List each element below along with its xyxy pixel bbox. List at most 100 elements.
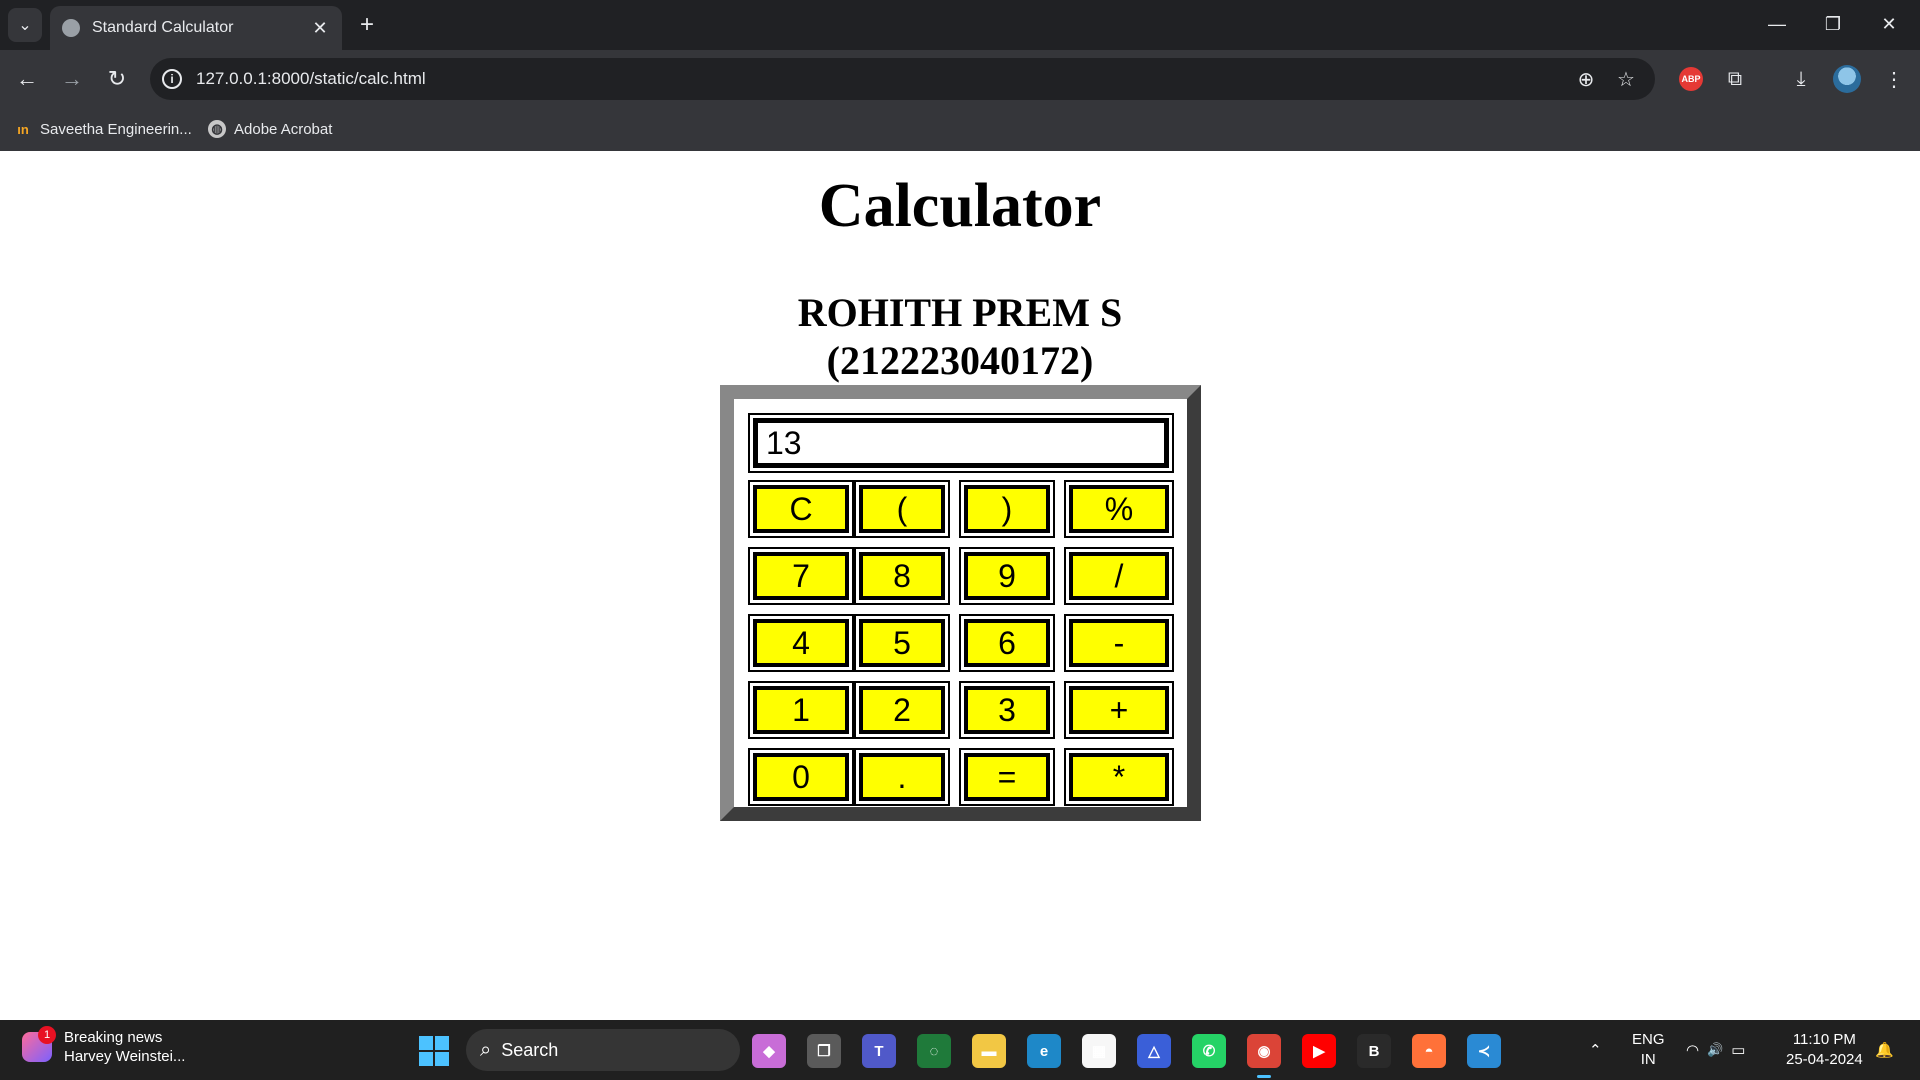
key-6-button[interactable]: 6: [964, 619, 1050, 667]
quick-settings[interactable]: ◠ 🔊 ▭: [1686, 1020, 1745, 1080]
tab-search-button[interactable]: ⌄: [8, 8, 42, 42]
cycle-app-icon[interactable]: ◌: [917, 1034, 951, 1068]
key-9-button[interactable]: 9: [964, 552, 1050, 600]
bookmark-label: Saveetha Engineerin...: [40, 120, 192, 138]
key-minus-button[interactable]: -: [1069, 619, 1169, 667]
key-3-button[interactable]: 3: [964, 686, 1050, 734]
key-close-paren-button[interactable]: ): [964, 485, 1050, 533]
windows-taskbar: 1 Breaking news Harvey Weinstei... ⌕ Sea…: [0, 1020, 1920, 1080]
key-cell: 5: [854, 614, 950, 672]
lang-bottom: IN: [1640, 1051, 1656, 1068]
bookmark-saveetha[interactable]: ın Saveetha Engineerin...: [14, 116, 192, 142]
downloads-icon[interactable]: ⤓: [1786, 64, 1816, 94]
page-title: Calculator: [818, 172, 1102, 240]
close-window-button[interactable]: ✕: [1861, 4, 1917, 44]
key-cell: .: [854, 748, 950, 806]
key-percent-button[interactable]: %: [1069, 485, 1169, 533]
browser-tab-bar: ⌄ Standard Calculator ✕ + — ❐ ✕: [0, 0, 1920, 50]
app-b-icon[interactable]: B: [1357, 1034, 1391, 1068]
bookmark-adobe-acrobat[interactable]: ◍ Adobe Acrobat: [208, 116, 332, 142]
wifi-icon: ◠: [1686, 1042, 1700, 1059]
key-cell: /: [1064, 547, 1174, 605]
key-clear-button[interactable]: C: [753, 485, 849, 533]
site-info-icon[interactable]: i: [162, 69, 182, 89]
key-0-button[interactable]: 0: [753, 753, 849, 801]
key-5-button[interactable]: 5: [859, 619, 945, 667]
clock[interactable]: 11:10 PM 25-04-2024: [1786, 1020, 1863, 1080]
vscode-icon[interactable]: ≺: [1467, 1034, 1501, 1068]
key-4-button[interactable]: 4: [753, 619, 849, 667]
student-info: ROHITH PREM S (212223040172): [0, 289, 1920, 385]
key-1-button[interactable]: 1: [753, 686, 849, 734]
key-decimal-button[interactable]: .: [859, 753, 945, 801]
close-icon[interactable]: ✕: [310, 18, 330, 38]
bookmarks-bar: ın Saveetha Engineerin... ◍ Adobe Acroba…: [0, 108, 1920, 151]
key-cell: %: [1064, 480, 1174, 538]
calculator-display[interactable]: 13: [753, 418, 1169, 468]
student-id: (212223040172): [826, 338, 1094, 383]
language-indicator[interactable]: ENG IN: [1632, 1020, 1665, 1080]
bell-icon: 🔔: [1875, 1042, 1894, 1059]
chevron-down-icon: ⌄: [18, 17, 32, 34]
key-cell: 7: [748, 547, 854, 605]
key-7-button[interactable]: 7: [753, 552, 849, 600]
key-cell: +: [1064, 681, 1174, 739]
key-cell: 0: [748, 748, 854, 806]
key-cell: 9: [959, 547, 1055, 605]
notifications-button[interactable]: 🔔: [1875, 1020, 1894, 1080]
news-subtitle: Harvey Weinstei...: [64, 1048, 186, 1065]
browser-toolbar: ← → ↻ i 127.0.0.1:8000/static/calc.html …: [0, 50, 1920, 108]
lang-top: ENG: [1632, 1031, 1665, 1048]
minimize-button[interactable]: —: [1749, 4, 1805, 44]
teams-icon[interactable]: T: [862, 1034, 896, 1068]
key-open-paren-button[interactable]: (: [859, 485, 945, 533]
youtube-icon[interactable]: ▶: [1302, 1034, 1336, 1068]
extensions-icon[interactable]: ⧉: [1720, 64, 1750, 94]
news-title: Breaking news: [64, 1029, 163, 1046]
saveetha-logo-icon: ın: [17, 121, 29, 137]
forward-button[interactable]: →: [57, 64, 87, 94]
key-cell: (: [854, 480, 950, 538]
store-icon[interactable]: ▦: [1082, 1034, 1116, 1068]
restore-button[interactable]: ❐: [1805, 4, 1861, 44]
address-bar[interactable]: i 127.0.0.1:8000/static/calc.html ⊕ ☆: [150, 58, 1655, 100]
arc-app-icon[interactable]: △: [1137, 1034, 1171, 1068]
chevron-up-icon: ⌃: [1589, 1042, 1602, 1059]
taskbar-search[interactable]: ⌕ Search: [466, 1029, 740, 1071]
back-button[interactable]: ←: [12, 64, 42, 94]
chrome-icon[interactable]: ◉: [1247, 1034, 1281, 1078]
task-view-icon[interactable]: ❐: [807, 1034, 841, 1068]
active-tab[interactable]: Standard Calculator ✕: [50, 6, 342, 50]
key-cell: 2: [854, 681, 950, 739]
key-2-button[interactable]: 2: [859, 686, 945, 734]
zoom-icon[interactable]: ⊕: [1573, 66, 1599, 92]
key-divide-button[interactable]: /: [1069, 552, 1169, 600]
whatsapp-icon[interactable]: ✆: [1192, 1034, 1226, 1068]
firefox-icon[interactable]: ◓: [1412, 1034, 1446, 1068]
key-plus-button[interactable]: +: [1069, 686, 1169, 734]
clock-date: 25-04-2024: [1786, 1051, 1863, 1068]
copilot-icon[interactable]: ◆: [752, 1034, 786, 1068]
abp-icon: ABP: [1679, 67, 1703, 91]
adblock-extension-button[interactable]: ABP: [1676, 64, 1706, 94]
profile-button[interactable]: [1832, 64, 1862, 94]
key-cell: -: [1064, 614, 1174, 672]
display-cell: 13: [748, 413, 1174, 473]
key-cell: 3: [959, 681, 1055, 739]
reload-button[interactable]: ↻: [102, 64, 132, 94]
key-cell: 4: [748, 614, 854, 672]
file-explorer-icon[interactable]: ▬: [972, 1034, 1006, 1068]
bookmark-star-icon[interactable]: ☆: [1613, 66, 1639, 92]
tab-title: Standard Calculator: [92, 19, 234, 36]
key-8-button[interactable]: 8: [859, 552, 945, 600]
news-widget[interactable]: 1 Breaking news Harvey Weinstei...: [22, 1026, 186, 1066]
start-button[interactable]: [419, 1036, 449, 1066]
key-multiply-button[interactable]: *: [1069, 753, 1169, 801]
key-equals-button[interactable]: =: [964, 753, 1050, 801]
url-text[interactable]: 127.0.0.1:8000/static/calc.html: [196, 69, 426, 89]
edge-icon[interactable]: e: [1027, 1034, 1061, 1068]
show-hidden-icons-button[interactable]: ⌃: [1589, 1020, 1602, 1080]
browser-menu-icon[interactable]: ⋮: [1879, 64, 1909, 94]
new-tab-button[interactable]: +: [352, 10, 382, 40]
volume-icon: 🔊: [1707, 1042, 1724, 1057]
